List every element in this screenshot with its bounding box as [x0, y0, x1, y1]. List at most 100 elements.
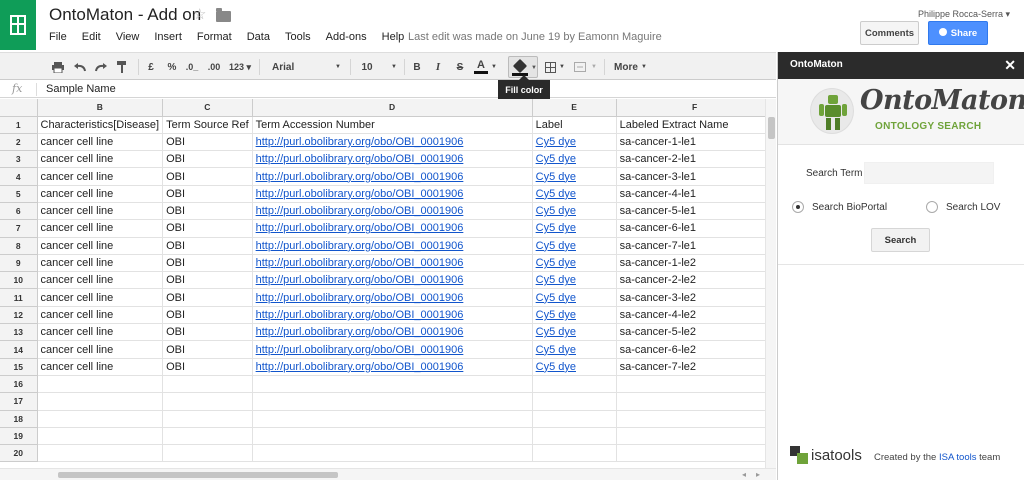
cell[interactable]: [252, 444, 533, 463]
row-header[interactable]: 6: [0, 202, 38, 221]
cell[interactable]: [162, 410, 253, 428]
cell[interactable]: Cy5 dye: [532, 219, 617, 238]
cell[interactable]: Cy5 dye: [532, 288, 617, 307]
menu-addons[interactable]: Add-ons: [326, 31, 367, 43]
cell[interactable]: sa-cancer-7-le1: [616, 237, 774, 255]
cell[interactable]: [532, 427, 617, 446]
cell[interactable]: sa-cancer-2-le1: [616, 150, 774, 169]
cell[interactable]: OBI: [162, 323, 253, 342]
cell[interactable]: http://purl.obolibrary.org/obo/OBI_00019…: [252, 133, 533, 152]
currency-format-button[interactable]: £: [144, 59, 158, 75]
print-icon[interactable]: [50, 59, 66, 75]
column-header-c[interactable]: C: [162, 99, 253, 117]
cell[interactable]: Characteristics[Disease]: [37, 116, 164, 134]
cell[interactable]: cancer cell line: [37, 358, 164, 376]
cell[interactable]: OBI: [162, 133, 253, 152]
cell[interactable]: OBI: [162, 288, 253, 307]
row-header[interactable]: 7: [0, 219, 38, 238]
cell[interactable]: OBI: [162, 340, 253, 359]
cell[interactable]: cancer cell line: [37, 219, 164, 238]
cell[interactable]: Cy5 dye: [532, 133, 617, 152]
text-color-button[interactable]: A: [474, 59, 488, 74]
cell[interactable]: Label: [532, 116, 617, 134]
menu-file[interactable]: File: [49, 31, 67, 43]
horizontal-scrollbar[interactable]: ◂ ▸: [0, 468, 776, 480]
menu-format[interactable]: Format: [197, 31, 232, 43]
share-button[interactable]: Share: [928, 21, 988, 45]
cell[interactable]: sa-cancer-2-le2: [616, 271, 774, 290]
cell[interactable]: cancer cell line: [37, 288, 164, 307]
cell[interactable]: [616, 410, 774, 428]
row-header[interactable]: 15: [0, 358, 38, 376]
merge-cells-icon[interactable]: [572, 59, 588, 75]
vertical-scrollbar[interactable]: [765, 99, 776, 468]
cell[interactable]: sa-cancer-5-le1: [616, 202, 774, 221]
cell[interactable]: OBI: [162, 185, 253, 203]
cell[interactable]: OBI: [162, 306, 253, 325]
cell[interactable]: cancer cell line: [37, 202, 164, 221]
cell[interactable]: http://purl.obolibrary.org/obo/OBI_00019…: [252, 358, 533, 376]
row-header[interactable]: 1: [0, 116, 38, 134]
folder-icon[interactable]: [216, 8, 231, 22]
cell[interactable]: sa-cancer-7-le2: [616, 358, 774, 376]
cell[interactable]: sa-cancer-6-le1: [616, 219, 774, 238]
cell[interactable]: [616, 427, 774, 446]
search-term-input[interactable]: [864, 162, 994, 184]
row-header[interactable]: 9: [0, 254, 38, 273]
cell[interactable]: cancer cell line: [37, 237, 164, 255]
cell[interactable]: http://purl.obolibrary.org/obo/OBI_00019…: [252, 306, 533, 325]
cell[interactable]: OBI: [162, 254, 253, 273]
cell[interactable]: http://purl.obolibrary.org/obo/OBI_00019…: [252, 202, 533, 221]
cell[interactable]: sa-cancer-6-le2: [616, 340, 774, 359]
cell[interactable]: OBI: [162, 167, 253, 186]
strikethrough-button[interactable]: S: [454, 59, 466, 75]
cell[interactable]: http://purl.obolibrary.org/obo/OBI_00019…: [252, 150, 533, 169]
menu-edit[interactable]: Edit: [82, 31, 101, 43]
cell[interactable]: [162, 427, 253, 446]
row-header[interactable]: 5: [0, 185, 38, 203]
column-header-e[interactable]: E: [532, 99, 617, 117]
cell[interactable]: [532, 375, 617, 394]
formula-input[interactable]: Sample Name: [46, 83, 116, 95]
cell[interactable]: Cy5 dye: [532, 358, 617, 376]
column-header-f[interactable]: F: [616, 99, 774, 117]
percent-format-button[interactable]: %: [165, 59, 179, 75]
comments-button[interactable]: Comments: [860, 21, 919, 45]
cell[interactable]: [532, 444, 617, 463]
cell[interactable]: Cy5 dye: [532, 185, 617, 203]
more-menu-button[interactable]: More: [613, 59, 639, 75]
cell[interactable]: cancer cell line: [37, 306, 164, 325]
number-format-dropdown[interactable]: 123 ▾: [227, 59, 253, 75]
cell[interactable]: http://purl.obolibrary.org/obo/OBI_00019…: [252, 340, 533, 359]
spreadsheet-grid[interactable]: B C D E F 1 Characteristics[Disease] Term Sourc…: [0, 99, 776, 468]
cell[interactable]: [252, 375, 533, 394]
menu-data[interactable]: Data: [247, 31, 270, 43]
cell[interactable]: [252, 410, 533, 428]
cell[interactable]: http://purl.obolibrary.org/obo/OBI_00019…: [252, 185, 533, 203]
cell[interactable]: [162, 375, 253, 394]
cell[interactable]: cancer cell line: [37, 167, 164, 186]
cell[interactable]: Cy5 dye: [532, 150, 617, 169]
cell[interactable]: OBI: [162, 271, 253, 290]
cell[interactable]: Cy5 dye: [532, 323, 617, 342]
radio-bioportal[interactable]: Search BioPortal: [792, 201, 887, 213]
row-header[interactable]: 13: [0, 323, 38, 342]
cell[interactable]: Cy5 dye: [532, 202, 617, 221]
scroll-left-icon[interactable]: ◂: [742, 470, 746, 479]
cell[interactable]: sa-cancer-3-le2: [616, 288, 774, 307]
font-family-select[interactable]: Arial: [272, 59, 294, 75]
cell[interactable]: Cy5 dye: [532, 254, 617, 273]
cell[interactable]: cancer cell line: [37, 254, 164, 273]
redo-icon[interactable]: [93, 59, 109, 75]
cell[interactable]: cancer cell line: [37, 133, 164, 152]
cell[interactable]: Term Accession Number: [252, 116, 533, 134]
menu-tools[interactable]: Tools: [285, 31, 311, 43]
column-header-b[interactable]: B: [37, 99, 164, 117]
isa-tools-link[interactable]: ISA tools: [939, 452, 977, 463]
cell[interactable]: [37, 392, 164, 411]
radio-lov[interactable]: Search LOV: [926, 201, 1000, 213]
cell[interactable]: [616, 392, 774, 411]
cell[interactable]: OBI: [162, 358, 253, 376]
cell[interactable]: http://purl.obolibrary.org/obo/OBI_00019…: [252, 271, 533, 290]
cell[interactable]: [252, 427, 533, 446]
